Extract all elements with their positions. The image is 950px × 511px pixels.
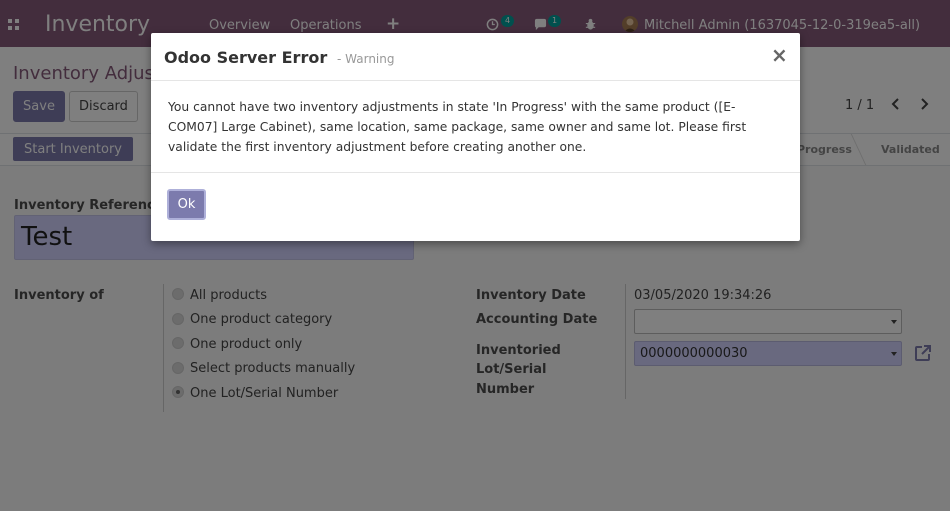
dialog-message-line: validate the first inventory adjustment … xyxy=(168,140,587,154)
dialog-title: Odoo Server Error xyxy=(164,48,328,67)
dialog-message-line: COM07] Large Cabinet), same location, sa… xyxy=(168,120,747,134)
dialog-subtitle: - Warning xyxy=(337,52,395,66)
server-error-dialog: Odoo Server Error - Warning × You cannot… xyxy=(151,33,800,241)
ok-button[interactable]: Ok xyxy=(167,189,206,220)
close-icon[interactable]: × xyxy=(771,45,788,65)
dialog-footer: Ok xyxy=(151,172,800,241)
dialog-header: Odoo Server Error - Warning × xyxy=(151,33,800,81)
dialog-message: You cannot have two inventory adjustment… xyxy=(168,97,788,157)
dialog-message-line: You cannot have two inventory adjustment… xyxy=(168,100,736,114)
